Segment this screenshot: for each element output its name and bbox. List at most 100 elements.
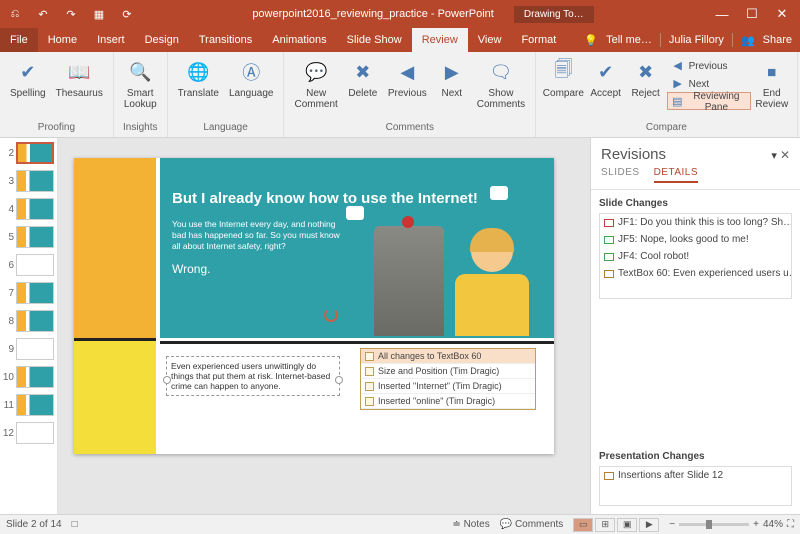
tab-view[interactable]: View — [468, 28, 512, 52]
maximize-button[interactable]: ☐ — [738, 4, 766, 24]
thumbnail[interactable]: 8 — [2, 310, 55, 332]
pane-close-button[interactable]: ✕ — [780, 148, 790, 162]
tab-transitions[interactable]: Transitions — [189, 28, 262, 52]
reject-icon: ✖ — [632, 58, 660, 86]
thumbnail[interactable]: 5 — [2, 226, 55, 248]
thumbnail[interactable]: 2 — [2, 142, 55, 164]
thumbnail[interactable]: 12 — [2, 422, 55, 444]
tab-animations[interactable]: Animations — [262, 28, 336, 52]
group-language: 🌐Translate ⒶLanguage Language — [168, 52, 285, 137]
reviewing-pane-button[interactable]: ▤Reviewing Pane — [667, 92, 751, 110]
rotation-handle-icon[interactable] — [324, 308, 338, 322]
share-button[interactable]: Share — [763, 34, 792, 46]
popup-row[interactable]: Size and Position (Tim Dragic) — [378, 366, 499, 376]
qat-btn[interactable]: ⎌ — [4, 4, 26, 24]
tab-format[interactable]: Format — [511, 28, 566, 52]
undo-icon[interactable]: ↶ — [32, 4, 54, 24]
thumbnail[interactable]: 9 — [2, 338, 55, 360]
tab-file[interactable]: File — [0, 28, 38, 52]
compare-button[interactable]: 🗐Compare — [542, 56, 585, 101]
thumbnail[interactable]: 7 — [2, 282, 55, 304]
language-button[interactable]: ⒶLanguage — [225, 56, 278, 101]
tab-insert[interactable]: Insert — [87, 28, 135, 52]
spelling-button[interactable]: ✔Spelling — [6, 56, 50, 101]
popup-row[interactable]: Inserted "Internet" (Tim Dragic) — [378, 381, 502, 391]
checkbox[interactable] — [365, 352, 374, 361]
tab-home[interactable]: Home — [38, 28, 87, 52]
qat-more-icon[interactable]: ⟳ — [116, 4, 138, 24]
compare-previous-button[interactable]: ◀Previous — [667, 56, 751, 74]
revisions-tab-details[interactable]: DETAILS — [654, 167, 698, 183]
zoom-slider[interactable] — [679, 523, 749, 526]
delete-comment-button[interactable]: ✖Delete — [344, 56, 382, 101]
reject-button[interactable]: ✖Reject — [627, 56, 665, 101]
slide-counter[interactable]: Slide 2 of 14 — [6, 519, 62, 530]
thesaurus-button[interactable]: 📖Thesaurus — [52, 56, 107, 101]
smart-lookup-button[interactable]: 🔍Smart Lookup — [120, 56, 161, 112]
robot-illustration — [374, 226, 444, 336]
group-label: Comments — [386, 122, 434, 135]
previous-comment-button[interactable]: ◀Previous — [384, 56, 431, 101]
thumbnail[interactable]: 4 — [2, 198, 55, 220]
slide-paragraph[interactable]: You use the Internet every day, and noth… — [172, 219, 342, 252]
revisions-tab-slides[interactable]: SLIDES — [601, 167, 640, 183]
normal-view-button[interactable]: ▭ — [573, 518, 593, 532]
slide-editor[interactable]: But I already know how to use the Intern… — [58, 138, 590, 514]
presentation-changes-list[interactable]: Insertions after Slide 12 — [599, 466, 792, 506]
reading-view-button[interactable]: ▣ — [617, 518, 637, 532]
smart-lookup-icon: 🔍 — [126, 58, 154, 86]
end-review-icon: ⏹ — [758, 58, 786, 86]
slideshow-view-button[interactable]: ▶ — [639, 518, 659, 532]
checkbox[interactable] — [365, 397, 374, 406]
zoom-in-button[interactable]: + — [753, 519, 759, 530]
group-insights: 🔍Smart Lookup Insights — [114, 52, 168, 137]
zoom-controls[interactable]: − + 44% ⛶ — [669, 519, 794, 530]
checkbox[interactable] — [365, 382, 374, 391]
redo-icon[interactable]: ↷ — [60, 4, 82, 24]
group-label: Insights — [123, 122, 157, 135]
show-comments-button[interactable]: 🗨Show Comments — [473, 56, 529, 112]
changes-popup[interactable]: All changes to TextBox 60 Size and Posit… — [360, 348, 536, 410]
tab-review[interactable]: Review — [412, 28, 468, 52]
change-item[interactable]: JF1: Do you think this is too long? Sh… — [600, 214, 791, 231]
popup-row[interactable]: Inserted "online" (Tim Dragic) — [378, 396, 495, 406]
notes-button[interactable]: ≐ Notes — [452, 519, 489, 530]
change-item[interactable]: JF5: Nope, looks good to me! — [600, 231, 791, 248]
pane-dropdown-icon[interactable]: ▾ — [771, 150, 777, 162]
slide-changes-list[interactable]: JF1: Do you think this is too long? Sh… … — [599, 213, 792, 299]
compare-next-button[interactable]: ▶Next — [667, 74, 751, 92]
user-name[interactable]: Julia Fillory — [669, 34, 724, 46]
accept-button[interactable]: ✔Accept — [587, 56, 625, 101]
popup-head: All changes to TextBox 60 — [378, 351, 481, 361]
minimize-button[interactable]: — — [708, 4, 736, 24]
slide-thumbnails[interactable]: 2 3 4 5 6 7 8 9 10 11 12 — [0, 138, 58, 514]
start-slideshow-icon[interactable]: ▦ — [88, 4, 110, 24]
zoom-level[interactable]: 44% — [763, 519, 783, 530]
thumbnail[interactable]: 11 — [2, 394, 55, 416]
change-item[interactable]: Insertions after Slide 12 — [600, 467, 791, 484]
thumbnail[interactable]: 3 — [2, 170, 55, 192]
spell-check-status-icon[interactable]: □ — [72, 519, 78, 530]
change-item[interactable]: JF4: Cool robot! — [600, 248, 791, 265]
thumbnail[interactable]: 6 — [2, 254, 55, 276]
comment-swatch-icon — [604, 219, 614, 227]
change-item[interactable]: TextBox 60: Even experienced users u… — [600, 265, 791, 282]
next-comment-button[interactable]: ▶Next — [433, 56, 471, 101]
comments-button[interactable]: 💬 Comments — [500, 519, 564, 530]
translate-button[interactable]: 🌐Translate — [174, 56, 223, 101]
new-comment-button[interactable]: 💬New Comment — [290, 56, 341, 112]
slide-sorter-button[interactable]: ⊞ — [595, 518, 615, 532]
slide-canvas[interactable]: But I already know how to use the Intern… — [74, 158, 554, 454]
zoom-out-button[interactable]: − — [669, 519, 675, 530]
fit-to-window-button[interactable]: ⛶ — [787, 519, 794, 530]
end-review-button[interactable]: ⏹End Review — [753, 56, 791, 112]
comment-swatch-icon — [604, 236, 614, 244]
tab-design[interactable]: Design — [135, 28, 189, 52]
checkbox[interactable] — [365, 367, 374, 376]
close-button[interactable]: ✕ — [768, 4, 796, 24]
slide-heading[interactable]: But I already know how to use the Intern… — [172, 190, 542, 207]
tab-slideshow[interactable]: Slide Show — [337, 28, 412, 52]
selected-textbox[interactable]: Even experienced users unwittingly do th… — [166, 356, 340, 396]
tell-me-input[interactable]: Tell me… — [606, 34, 652, 46]
thumbnail[interactable]: 10 — [2, 366, 55, 388]
